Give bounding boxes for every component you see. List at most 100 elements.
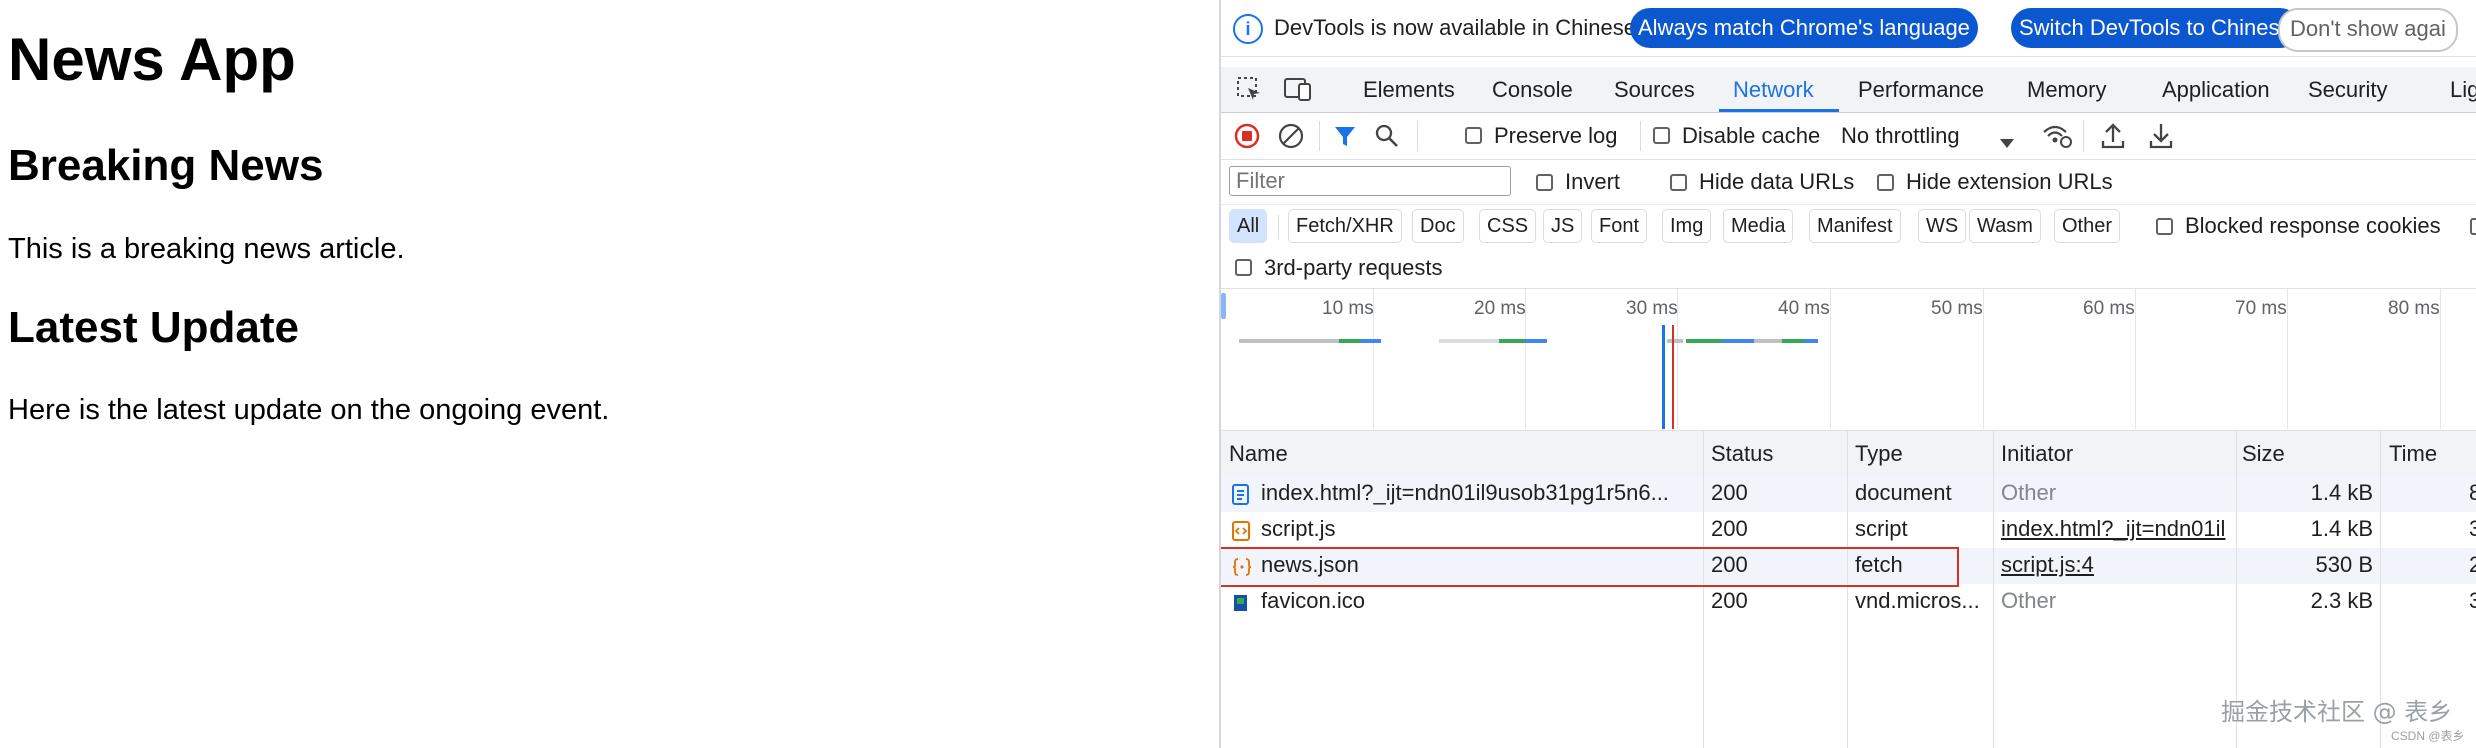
network-conditions-icon[interactable] (2041, 121, 2073, 157)
type-filter-css[interactable]: CSS (1479, 209, 1537, 243)
search-icon[interactable] (1373, 122, 1401, 156)
column-header-initiator[interactable]: Initiator (2001, 441, 2073, 467)
devtools-tab-bar: Elements Console Sources Network Perform… (1221, 67, 2476, 113)
type-filter-all[interactable]: All (1229, 209, 1268, 243)
type-filter-ws[interactable]: WS (1918, 209, 1967, 243)
watermark: 掘金技术社区 @ 表乡 (2221, 698, 2453, 726)
column-header-type[interactable]: Type (1855, 441, 1903, 467)
request-size: 2.3 kB (2310, 588, 2373, 613)
column-header-status[interactable]: Status (1711, 441, 1773, 467)
tab-memory[interactable]: Memory (2027, 77, 2106, 103)
type-filter-img[interactable]: Img (1662, 209, 1712, 243)
request-time: 8 (2469, 480, 2476, 506)
tick-label: 60 ms (2083, 298, 2135, 319)
switch-to-chinese-button[interactable]: Switch DevTools to Chinese (2011, 8, 2300, 48)
request-name[interactable]: index.html?_ijt=ndn01il9usob31pg1r5n6... (1261, 480, 1701, 506)
record-stop-icon[interactable] (1233, 122, 1261, 156)
dont-show-again-button[interactable]: Don't show agai (2278, 8, 2458, 52)
filter-icon[interactable] (1331, 122, 1359, 156)
tick-label: 20 ms (1474, 298, 1526, 319)
throttling-select[interactable]: No throttling (1841, 123, 1960, 149)
device-toolbar-icon[interactable] (1283, 75, 1313, 109)
table-row[interactable]: index.html?_ijt=ndn01il9usob31pg1r5n6...… (1221, 476, 2476, 512)
chevron-down-icon[interactable] (1999, 130, 2015, 156)
export-har-icon[interactable] (2147, 121, 2175, 157)
inspect-element-icon[interactable] (1235, 75, 1263, 109)
tab-elements[interactable]: Elements (1363, 77, 1455, 103)
waterfall-bar (1722, 339, 1754, 343)
tab-sources[interactable]: Sources (1614, 77, 1695, 103)
third-party-checkbox[interactable] (1235, 259, 1252, 276)
hide-extension-urls-checkbox[interactable] (1877, 174, 1894, 191)
request-name[interactable]: favicon.ico (1261, 588, 1701, 614)
hide-data-urls-checkbox[interactable] (1670, 174, 1687, 191)
devtools-panel: i DevTools is now available in Chinese! … (1219, 0, 2476, 748)
invert-checkbox[interactable] (1536, 174, 1553, 191)
column-header-time[interactable]: Time (2389, 441, 2437, 467)
resource-type-filters: All Fetch/XHR Doc CSS JS Font Img Media … (1221, 204, 2476, 250)
document-icon (1231, 484, 1251, 512)
request-type: document (1855, 480, 1952, 505)
tick-label: 10 ms (1322, 298, 1374, 319)
type-filter-font[interactable]: Font (1591, 209, 1648, 243)
type-filter-other[interactable]: Other (2054, 209, 2121, 243)
disable-cache-checkbox[interactable] (1653, 127, 1670, 144)
tick-label: 30 ms (1626, 298, 1678, 319)
tab-security[interactable]: Security (2308, 77, 2387, 103)
request-time: 2 (2469, 552, 2476, 578)
type-filter-wasm[interactable]: Wasm (1969, 209, 2041, 243)
overview-handle[interactable] (1221, 293, 1226, 319)
column-divider[interactable] (1847, 430, 1848, 748)
preserve-log-checkbox[interactable] (1465, 127, 1482, 144)
request-initiator-link[interactable]: script.js:4 (2001, 552, 2094, 578)
language-infobar: i DevTools is now available in Chinese! … (1221, 0, 2476, 57)
request-status: 200 (1711, 480, 1748, 505)
tick-label: 50 ms (1931, 298, 1983, 319)
type-filter-doc[interactable]: Doc (1412, 209, 1464, 243)
column-divider[interactable] (1993, 430, 1994, 748)
tick-label: 80 ms (2388, 298, 2440, 319)
tick-label: 70 ms (2235, 298, 2287, 319)
column-divider[interactable] (1703, 430, 1704, 748)
type-filter-media[interactable]: Media (1723, 209, 1794, 243)
match-language-button[interactable]: Always match Chrome's language (1630, 8, 1978, 48)
tick-line (1830, 289, 1831, 429)
request-status: 200 (1711, 588, 1748, 613)
type-filter-js[interactable]: JS (1543, 209, 1583, 243)
request-size: 530 B (2315, 552, 2374, 577)
toolbar-divider (1417, 121, 1418, 151)
tab-application[interactable]: Application (2162, 77, 2270, 103)
blocked-cookies-checkbox[interactable] (2156, 218, 2173, 235)
tab-performance[interactable]: Performance (1858, 77, 1984, 103)
tick-line (2440, 289, 2441, 429)
load-event-marker (1672, 325, 1674, 429)
request-time: 3 (2469, 588, 2476, 614)
column-header-name[interactable]: Name (1229, 441, 1288, 467)
waterfall-bar (1754, 339, 1782, 343)
filter-row: Invert Hide data URLs Hide extension URL… (1221, 160, 2476, 205)
waterfall-bar (1525, 339, 1547, 343)
tab-lighthouse[interactable]: Lig (2450, 77, 2476, 103)
tick-label: 40 ms (1778, 298, 1830, 319)
more-filters-checkbox[interactable] (2470, 218, 2476, 235)
toolbar-divider (2083, 121, 2084, 151)
infobar-message: DevTools is now available in Chinese! (1274, 15, 1643, 40)
request-name[interactable]: script.js (1261, 516, 1701, 542)
table-row[interactable]: favicon.ico 200 vnd.micros... Other 2.3 … (1221, 584, 2476, 620)
request-initiator-link[interactable]: index.html?_ijt=ndn01il (2001, 516, 2233, 542)
timeline-overview[interactable]: 10 ms 20 ms 30 ms 40 ms 50 ms 60 ms 70 m… (1221, 289, 2476, 429)
clear-log-icon[interactable] (1277, 122, 1305, 156)
column-header-size[interactable]: Size (2242, 441, 2285, 467)
tab-network[interactable]: Network (1733, 77, 1814, 103)
table-row[interactable]: script.js 200 script index.html?_ijt=ndn… (1221, 512, 2476, 548)
filter-input[interactable] (1229, 166, 1511, 196)
favicon-icon (1232, 593, 1250, 619)
table-header: Name Status Type Initiator Size Time (1221, 430, 2476, 477)
type-filter-fetch-xhr[interactable]: Fetch/XHR (1288, 209, 1402, 243)
network-toolbar: Preserve log Disable cache No throttling (1221, 113, 2476, 160)
waterfall-bar (1439, 339, 1499, 343)
import-har-icon[interactable] (2099, 121, 2127, 157)
tab-console[interactable]: Console (1492, 77, 1573, 103)
tick-line (1983, 289, 1984, 429)
type-filter-manifest[interactable]: Manifest (1809, 209, 1901, 243)
